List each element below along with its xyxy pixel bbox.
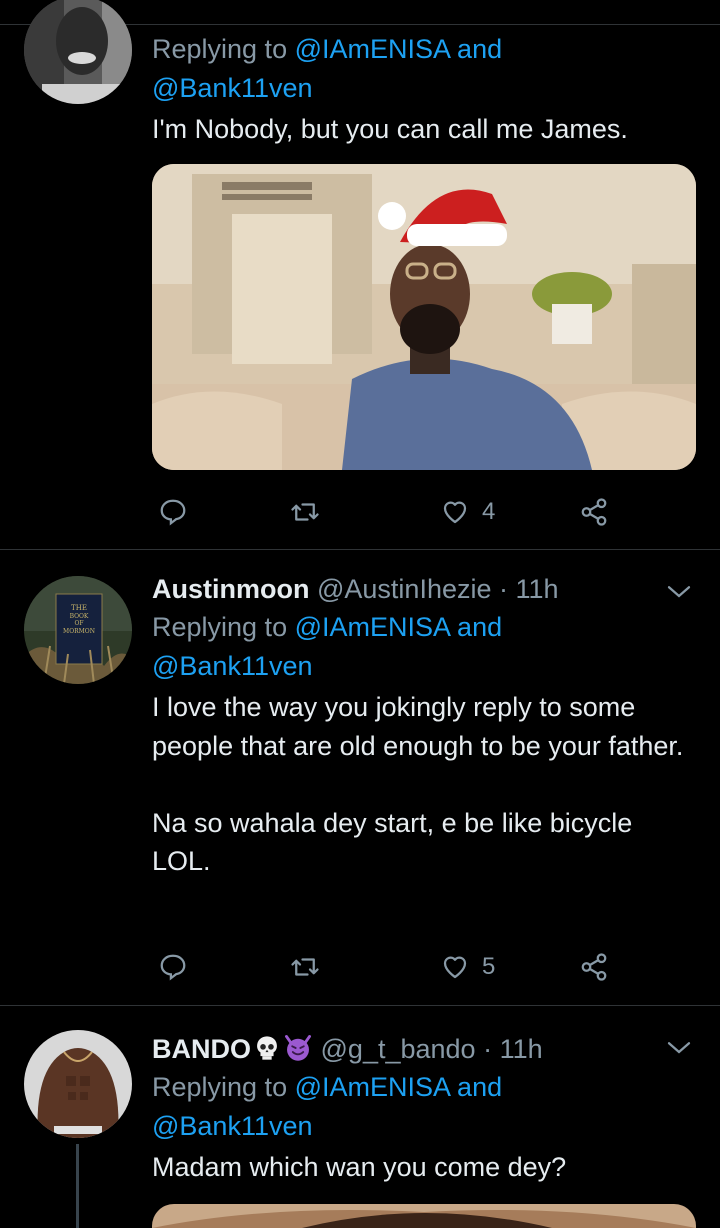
tweet-header: Austinmoon @AustinIhezie · 11h (152, 570, 697, 608)
replying-prefix: Replying to (152, 1072, 295, 1102)
timestamp[interactable]: 11h (500, 1034, 543, 1064)
tweet-media[interactable] (152, 164, 696, 470)
reply-icon (160, 499, 186, 526)
heart-icon (443, 501, 467, 524)
reply-icon (160, 954, 186, 981)
tweet-header: BANDO @g_t_bando · 11h (152, 1030, 697, 1068)
mention-and[interactable]: and (450, 612, 502, 642)
skull-emoji (257, 1036, 277, 1060)
tweet-media[interactable] (152, 1204, 696, 1228)
share-icon (581, 953, 607, 981)
tweet-text: I love the way you jokingly reply to som… (152, 692, 684, 876)
mention-link[interactable]: @IAmENISA (295, 612, 450, 642)
avatar-book-text: BOOK (70, 613, 89, 620)
like-button[interactable]: 5 (440, 947, 495, 987)
display-name[interactable]: BANDO (152, 1034, 251, 1064)
separator: · (491, 574, 516, 604)
tweet-text: I'm Nobody, but you can call me James. (152, 114, 628, 144)
share-button[interactable] (579, 492, 609, 532)
chevron-down-icon[interactable] (664, 576, 694, 606)
like-button[interactable]: 4 (440, 492, 495, 532)
tweet-3[interactable]: BANDO @g_t_bando · 11h Replying to @IAmE… (0, 1006, 720, 1228)
avatar[interactable] (24, 1030, 132, 1138)
mention-link[interactable]: @Bank11ven (152, 73, 313, 103)
mention-link[interactable]: @IAmENISA (295, 1072, 450, 1102)
mention-and[interactable]: and (450, 34, 502, 64)
timestamp[interactable]: 11h (516, 574, 559, 604)
user-handle[interactable]: @g_t_bando (321, 1034, 476, 1064)
tweet-1[interactable]: Replying to @IAmENISA and @Bank11ven I'm… (0, 0, 720, 550)
mention-link[interactable]: @IAmENISA (295, 34, 450, 64)
tweet-2[interactable]: THE BOOK OF MORMON Austinmoon @AustinIhe… (0, 550, 720, 1006)
retweet-icon (291, 503, 319, 521)
replying-prefix: Replying to (152, 612, 295, 642)
heart-icon (443, 956, 467, 979)
avatar[interactable]: THE BOOK OF MORMON (24, 576, 132, 684)
reply-button[interactable] (158, 492, 188, 532)
chevron-down-icon[interactable] (664, 1032, 694, 1062)
smiling-imp-emoji (285, 1035, 311, 1061)
user-handle[interactable]: @AustinIhezie (317, 574, 492, 604)
tweet-actions: 4 (152, 492, 697, 532)
separator: · (475, 1034, 500, 1064)
like-count: 5 (482, 953, 496, 980)
display-name[interactable]: Austinmoon (152, 574, 309, 604)
like-count: 4 (482, 498, 496, 525)
mention-link[interactable]: @Bank11ven (152, 651, 313, 681)
replying-to: Replying to @IAmENISA and @Bank11ven (152, 608, 697, 686)
share-icon (581, 498, 607, 526)
avatar-book-text: THE (71, 604, 87, 612)
tweet-actions: 5 (152, 947, 697, 987)
avatar-book-text: MORMON (63, 628, 95, 635)
share-button[interactable] (579, 947, 609, 987)
replying-prefix: Replying to (152, 34, 295, 64)
tweet-text: Madam which wan you come dey? (152, 1152, 567, 1182)
retweet-icon (291, 958, 319, 976)
retweet-button[interactable] (288, 947, 322, 987)
avatar[interactable] (24, 0, 132, 104)
mention-and[interactable]: and (450, 1072, 502, 1102)
replying-to: Replying to @IAmENISA and @Bank11ven (152, 1068, 697, 1146)
avatar-book-text: OF (74, 620, 83, 627)
replying-to: Replying to @IAmENISA and @Bank11ven (152, 30, 697, 108)
retweet-button[interactable] (288, 492, 322, 532)
reply-button[interactable] (158, 947, 188, 987)
thread-line (76, 1144, 79, 1228)
mention-link[interactable]: @Bank11ven (152, 1111, 313, 1141)
